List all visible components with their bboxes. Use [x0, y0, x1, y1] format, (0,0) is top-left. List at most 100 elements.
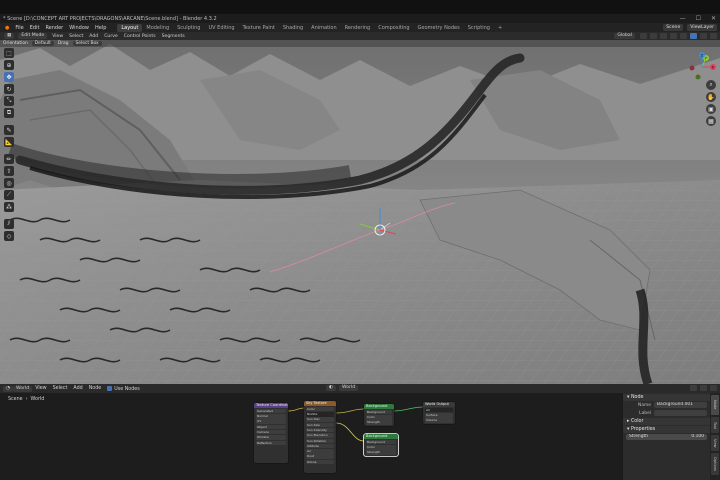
- 3d-viewport[interactable]: Orientation Default Drag Select Box: [0, 40, 720, 384]
- use-nodes-checkbox[interactable]: Use Nodes: [104, 385, 143, 392]
- node-socket[interactable]: Normal: [256, 414, 286, 419]
- viewport-menu-add[interactable]: Add: [86, 34, 101, 39]
- workspace-tab-modeling[interactable]: Modeling: [142, 24, 173, 32]
- workspace-tab-uv-editing[interactable]: UV Editing: [204, 24, 238, 32]
- node-sky-texture[interactable]: Sky Texture Color Nishita Sun Disc Sun S…: [304, 401, 336, 473]
- randomize-tool[interactable]: ⁂: [4, 202, 14, 212]
- move-tool[interactable]: ✥: [4, 72, 14, 82]
- node-socket[interactable]: Background: [366, 409, 392, 415]
- radius-tool[interactable]: ◎: [4, 178, 14, 188]
- sidebar-tab-view[interactable]: View: [711, 435, 719, 451]
- viewport-menu-segments[interactable]: Segments: [159, 34, 188, 39]
- node-texture-coordinate[interactable]: Texture Coordinate Generated Normal UV O…: [254, 403, 288, 463]
- node-background-1[interactable]: Background Background Color Strength: [364, 404, 394, 426]
- drag-dropdown[interactable]: Select Box: [72, 41, 102, 46]
- node-socket[interactable]: Reflection: [256, 440, 286, 446]
- viewport-menu-control-points[interactable]: Control Points: [121, 34, 159, 39]
- menu-render[interactable]: Render: [42, 25, 66, 31]
- shading-solid-icon[interactable]: [690, 33, 697, 39]
- node-field[interactable]: Strength: [366, 420, 392, 425]
- node-socket[interactable]: Volume: [425, 418, 453, 423]
- fin-tool[interactable]: ◇: [4, 231, 14, 241]
- tilt-tool[interactable]: ⟋: [4, 190, 14, 200]
- menu-file[interactable]: File: [12, 25, 26, 31]
- pan-hand-icon[interactable]: ✋: [706, 92, 716, 102]
- node-field[interactable]: Dust: [306, 454, 334, 459]
- sidebar-tab-tool[interactable]: Tool: [711, 417, 719, 433]
- strength-slider[interactable]: Strength 0.100: [626, 434, 707, 440]
- sidebar-tab-options[interactable]: Options: [711, 453, 719, 475]
- viewport-menu-select[interactable]: Select: [66, 34, 86, 39]
- node-field[interactable]: Ozone: [306, 459, 334, 465]
- editor-type-dropdown[interactable]: ▦: [4, 33, 15, 39]
- world-icon[interactable]: ◐: [326, 385, 337, 391]
- workspace-tab-scripting[interactable]: Scripting: [464, 24, 494, 32]
- snap-icon[interactable]: [650, 33, 657, 39]
- grid-icon[interactable]: ▦: [706, 116, 716, 126]
- node-menu-add[interactable]: Add: [70, 386, 85, 391]
- pin-icon[interactable]: [710, 385, 717, 391]
- properties-section-header[interactable]: ▾ Properties: [623, 426, 710, 433]
- blender-logo-icon[interactable]: ●: [2, 25, 12, 31]
- node-socket[interactable]: Color: [366, 415, 392, 420]
- node-socket[interactable]: Color: [306, 406, 334, 412]
- node-field[interactable]: Sun Elevation: [306, 433, 334, 438]
- shear-tool[interactable]: ⫽: [4, 219, 14, 229]
- transform-orientation-dropdown[interactable]: Global: [614, 33, 635, 39]
- workspace-tab-compositing[interactable]: Compositing: [374, 24, 413, 32]
- menu-window[interactable]: Window: [66, 25, 92, 31]
- node-name-field[interactable]: Background.001: [654, 402, 707, 408]
- close-button[interactable]: ✕: [711, 15, 716, 22]
- workspace-tab-animation[interactable]: Animation: [307, 24, 341, 32]
- pivot-icon[interactable]: [640, 33, 647, 39]
- snap-icon[interactable]: [690, 385, 697, 391]
- minimize-button[interactable]: —: [680, 15, 686, 22]
- add-workspace-button[interactable]: +: [494, 24, 506, 32]
- orientation-dropdown[interactable]: Default: [31, 41, 54, 46]
- node-background-2[interactable]: Background Background Color Strength: [364, 434, 398, 456]
- shader-type-dropdown[interactable]: World: [13, 385, 33, 392]
- node-socket[interactable]: UV: [256, 419, 286, 424]
- node-dropdown[interactable]: All: [425, 407, 453, 413]
- node-socket[interactable]: Generated: [256, 408, 286, 414]
- overlay-icon[interactable]: [700, 385, 707, 391]
- scale-tool[interactable]: ⤡: [4, 96, 14, 106]
- node-label-field[interactable]: [654, 410, 707, 416]
- node-socket[interactable]: Surface: [425, 413, 453, 418]
- menu-help[interactable]: Help: [92, 25, 109, 31]
- node-menu-view[interactable]: View: [32, 386, 49, 391]
- node-socket[interactable]: Background: [366, 439, 396, 445]
- menu-edit[interactable]: Edit: [27, 25, 43, 31]
- node-field[interactable]: Strength: [366, 450, 396, 455]
- xray-icon[interactable]: [680, 33, 687, 39]
- node-checkbox[interactable]: Sun Disc: [306, 417, 334, 422]
- draw-tool[interactable]: ✏: [4, 154, 14, 164]
- overlays-icon[interactable]: [670, 33, 677, 39]
- view-layer-field[interactable]: ViewLayer: [687, 24, 717, 31]
- node-field[interactable]: Altitude: [306, 443, 334, 449]
- node-socket[interactable]: Object: [256, 424, 286, 430]
- workspace-tab-sculpting[interactable]: Sculpting: [173, 24, 204, 32]
- node-section-header[interactable]: ▾ Node: [623, 394, 710, 401]
- annotate-tool[interactable]: ✎: [4, 125, 14, 135]
- node-field[interactable]: Sun Intensity: [306, 427, 334, 433]
- node-field[interactable]: Sun Size: [306, 422, 334, 428]
- node-socket[interactable]: Window: [256, 435, 286, 440]
- workspace-tab-rendering[interactable]: Rendering: [341, 24, 375, 32]
- workspace-tab-texture-paint[interactable]: Texture Paint: [239, 24, 279, 32]
- workspace-tab-geometry-nodes[interactable]: Geometry Nodes: [414, 24, 464, 32]
- node-editor-type-dropdown[interactable]: ◔: [3, 385, 14, 392]
- viewport-menu-view[interactable]: View: [49, 34, 66, 39]
- extrude-tool[interactable]: ⇧: [4, 166, 14, 176]
- node-field[interactable]: Air: [306, 449, 334, 454]
- viewport-menu-curve[interactable]: Curve: [101, 34, 121, 39]
- transform-tool[interactable]: ⧉: [4, 108, 14, 118]
- rotate-tool[interactable]: ↻: [4, 84, 14, 94]
- scene-field[interactable]: Scene: [663, 24, 684, 31]
- shading-material-icon[interactable]: [700, 33, 707, 39]
- node-world-output[interactable]: World Output All Surface Volume: [423, 402, 455, 424]
- sidebar-tab-node[interactable]: Node: [711, 395, 719, 415]
- cursor-tool[interactable]: ⊕: [4, 60, 14, 70]
- workspace-tab-layout[interactable]: Layout: [117, 23, 143, 32]
- node-dropdown[interactable]: Nishita: [306, 412, 334, 417]
